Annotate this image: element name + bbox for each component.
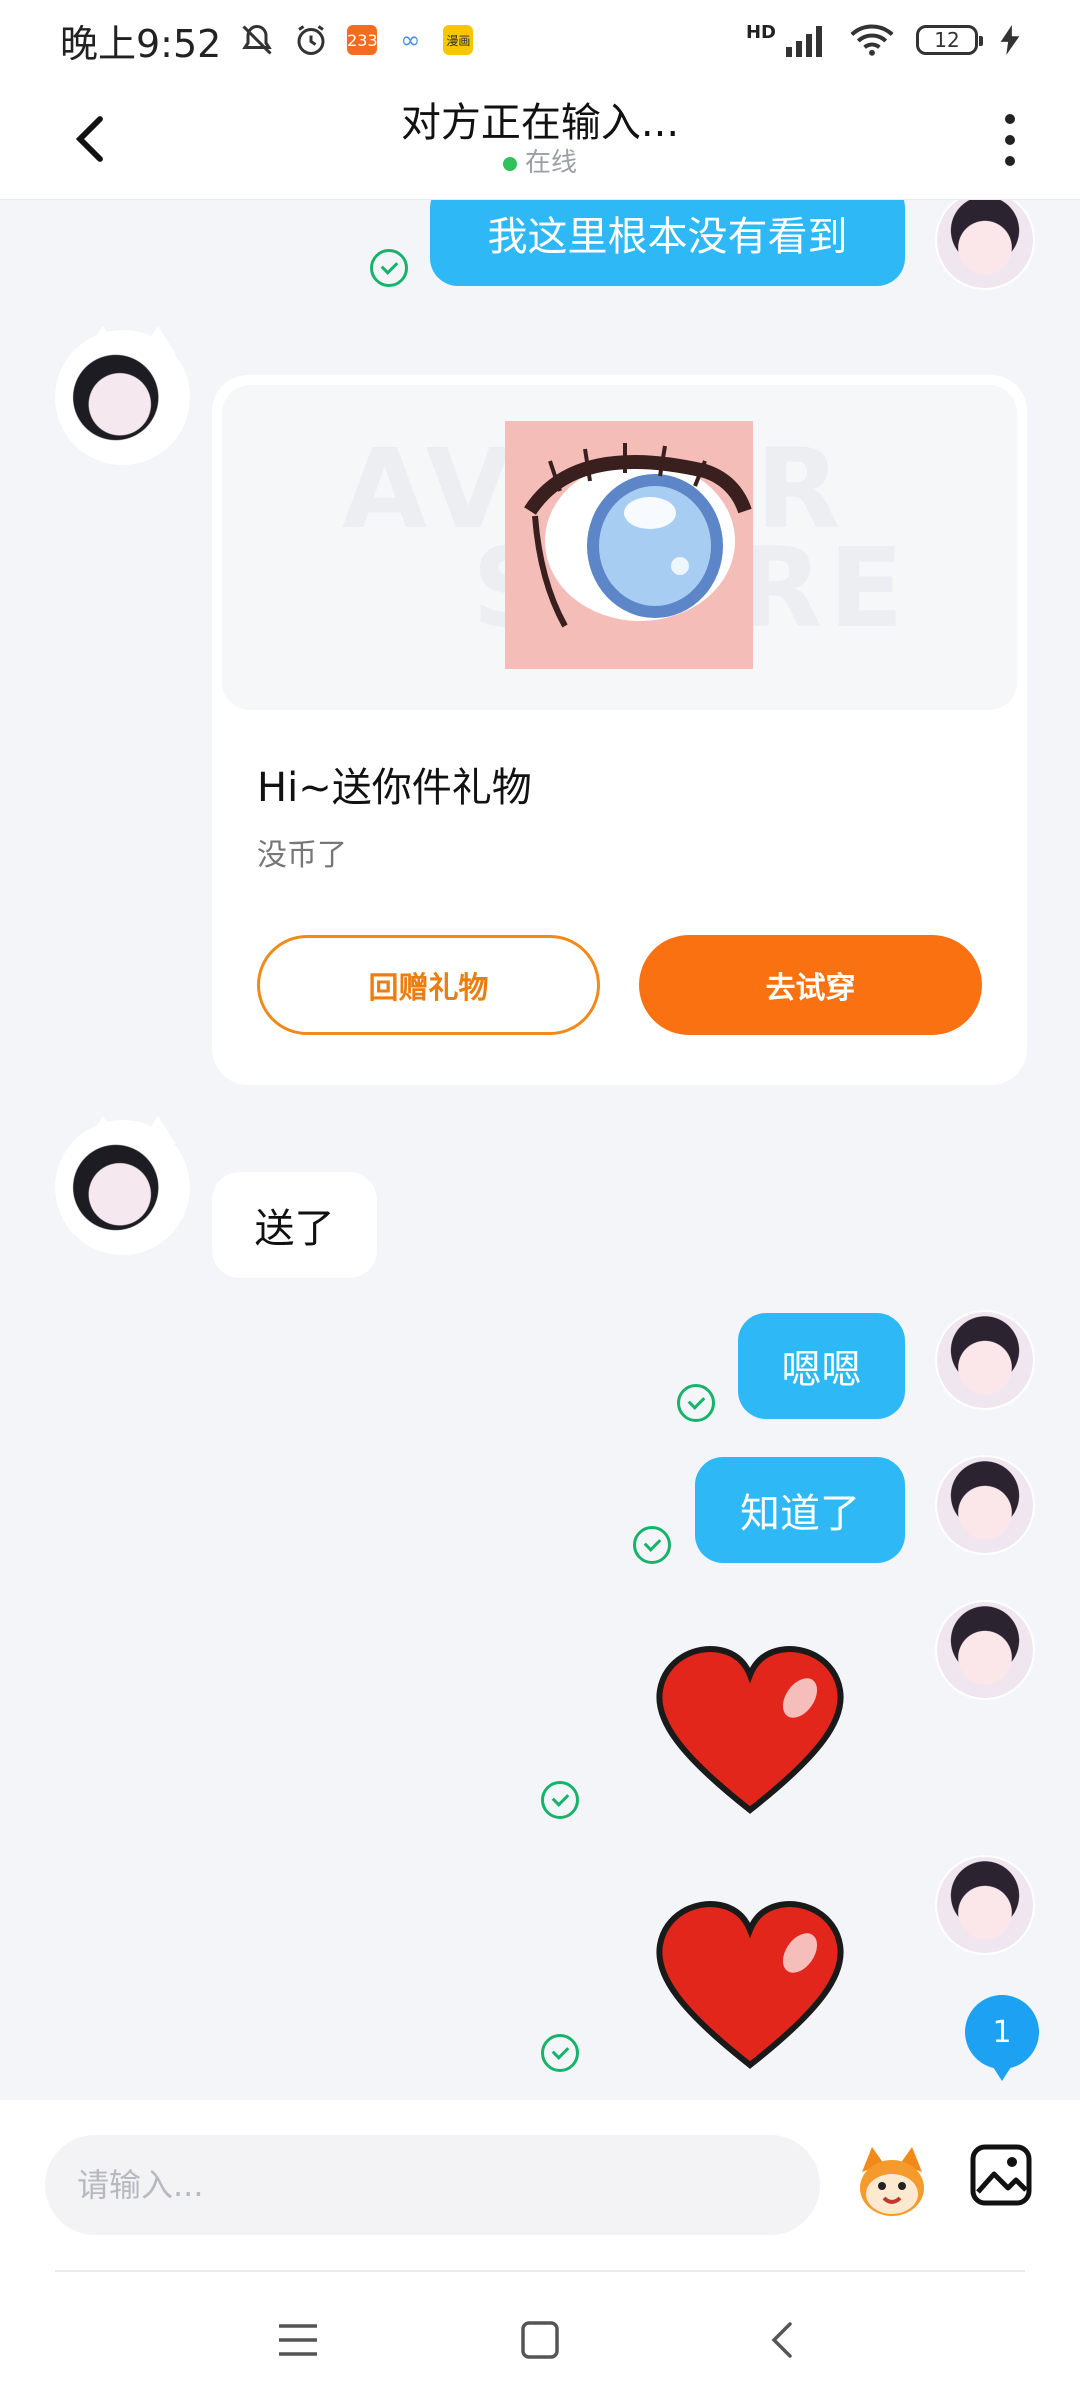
image-picker-icon[interactable] [970,2144,1032,2206]
message-list[interactable]: 我这里根本没有看到 AVATARSTORE Hi~送你件礼物 [0,200,1080,2100]
read-check-icon [370,249,408,287]
chevron-left-icon [771,2322,792,2358]
input-bar [0,2100,1080,2272]
heart-sticker[interactable] [650,1640,850,1820]
my-avatar[interactable] [935,200,1035,290]
charging-icon [1000,25,1020,55]
friend-avatar[interactable] [55,326,190,465]
my-message-bubble[interactable]: 我这里根本没有看到 [430,200,905,286]
status-bar: 晚上9:52 233 ∞ 漫画 HD 12 [0,0,1080,80]
heart-sticker[interactable] [650,1895,850,2075]
unread-count-badge[interactable]: 1 [965,1995,1039,2081]
more-button[interactable] [990,108,1030,172]
my-avatar[interactable] [935,1310,1035,1410]
eye-illustration [524,443,752,628]
read-check-icon [541,1781,579,1819]
more-dot [1005,156,1015,166]
emoji-sticker-icon[interactable] [852,2142,932,2222]
friend-avatar[interactable] [55,1116,190,1255]
gift-title: Hi~送你件礼物 [257,765,532,811]
more-dot [1005,114,1015,124]
online-dot-icon [502,156,517,171]
my-avatar[interactable] [935,1600,1035,1700]
home-button[interactable] [510,2310,570,2370]
try-on-button[interactable]: 去试穿 [639,935,982,1035]
menu-icon [279,2324,317,2356]
app-comic-icon: 漫画 [443,25,474,55]
chat-header: 对方正在输入... 在线 [0,80,1080,200]
read-check-icon [633,1526,671,1564]
gift-item-image [505,421,753,669]
more-dot [1005,135,1015,145]
bell-off-icon [242,24,273,55]
cat-ear-left [85,1116,121,1144]
home-square-icon [521,2321,559,2359]
recent-apps-button[interactable] [268,2310,328,2370]
gift-card[interactable]: AVATARSTORE Hi~送你件礼物 没币了 回赠礼物 去试穿 [212,375,1027,1085]
signal-icon [786,26,822,57]
online-status-label: 在线 [524,148,577,178]
my-message-bubble[interactable]: 嗯嗯 [738,1313,905,1419]
my-avatar[interactable] [935,1855,1035,1955]
friend-message-bubble[interactable]: 送了 [212,1172,377,1278]
system-nav-bar [0,2272,1080,2400]
cat-ear-left [85,326,121,354]
my-avatar[interactable] [935,1455,1035,1555]
gift-image-area: AVATARSTORE [222,385,1017,710]
hd-label: HD [745,21,776,43]
cat-ear-right [140,1116,176,1144]
read-check-icon [541,2034,579,2072]
chat-title: 对方正在输入... [400,100,680,146]
battery-icon: 12 [916,25,983,55]
gift-subtitle: 没币了 [257,838,347,873]
return-gift-button[interactable]: 回赠礼物 [257,935,600,1035]
online-status: 在线 [0,142,1080,179]
alarm-icon [297,25,325,55]
clock: 晚上9:52 [60,21,222,66]
message-input[interactable] [45,2135,820,2235]
system-back-button[interactable] [752,2310,812,2370]
app-233-icon: 233 [347,25,378,55]
my-message-bubble[interactable]: 知道了 [695,1457,905,1563]
app-cloud-icon: ∞ [395,25,426,55]
cat-ear-right [140,326,176,354]
read-check-icon [677,1384,715,1422]
wifi-icon [850,24,894,56]
